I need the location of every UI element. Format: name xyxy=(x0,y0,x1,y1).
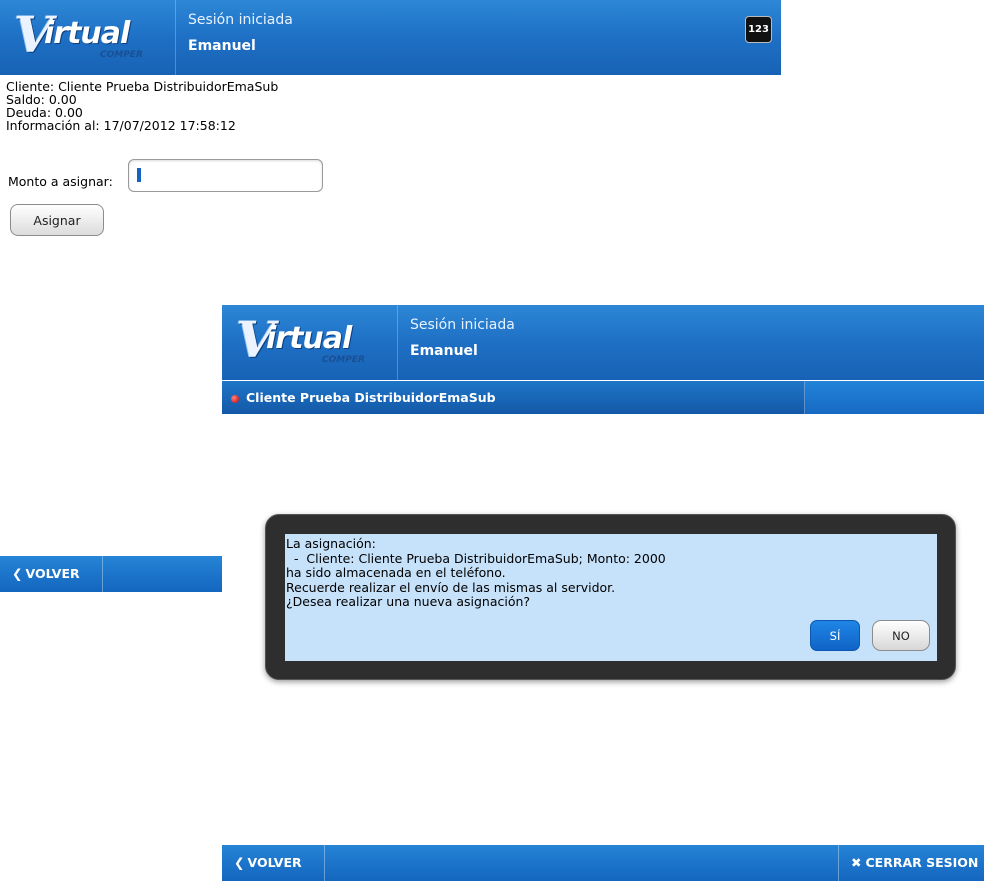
amount-input[interactable] xyxy=(128,159,323,192)
dialog-line: - Cliente: Cliente Prueba DistribuidorEm… xyxy=(286,550,666,566)
client-bar: Cliente Prueba DistribuidorEmaSub xyxy=(222,381,984,414)
session-user: Emanuel xyxy=(188,38,256,54)
logo-text: irtual xyxy=(266,321,352,356)
app-header: V irtual COMPER Sesión iniciada Emanuel … xyxy=(0,0,781,75)
session-user: Emanuel xyxy=(410,343,478,359)
dialog-body: La asignación: - Cliente: Cliente Prueba… xyxy=(285,534,937,661)
no-button[interactable]: NO xyxy=(872,620,930,651)
back-label: VOLVER xyxy=(247,855,302,870)
confirmation-dialog: La asignación: - Cliente: Cliente Prueba… xyxy=(265,514,956,680)
confirmation-screen: V irtual COMPER Sesión iniciada Emanuel … xyxy=(222,305,984,881)
virtual-comper-logo: V irtual COMPER xyxy=(222,305,398,380)
dialog-line: ha sido almacenada en el teléfono. xyxy=(286,565,506,580)
client-info: Cliente: Cliente Prueba DistribuidorEmaS… xyxy=(6,80,278,132)
session-status: Sesión iniciada xyxy=(410,317,515,333)
virtual-comper-logo: V irtual COMPER xyxy=(0,0,176,75)
amount-row: Monto a asignar: xyxy=(8,159,338,193)
red-dot-icon xyxy=(231,395,239,403)
chevron-left-icon: ❮ xyxy=(12,566,23,581)
logout-button[interactable]: ✖ CERRAR SESION xyxy=(838,845,984,881)
back-button[interactable]: ❮ VOLVER xyxy=(0,556,103,592)
session-status: Sesión iniciada xyxy=(188,12,293,28)
client-tab[interactable]: Cliente Prueba DistribuidorEmaSub xyxy=(222,381,805,414)
footer-bar: ❮ VOLVER ✖ CERRAR SESION xyxy=(222,845,984,881)
chevron-left-icon: ❮ xyxy=(234,855,245,870)
assign-button[interactable]: Asignar xyxy=(10,204,104,236)
amount-label: Monto a asignar: xyxy=(8,174,113,189)
logo-subtitle: COMPER xyxy=(322,355,365,365)
dialog-line: La asignación: xyxy=(286,536,376,551)
dialog-message: La asignación: - Cliente: Cliente Prueba… xyxy=(286,536,666,610)
client-name: Cliente Prueba DistribuidorEmaSub xyxy=(246,390,496,405)
logout-label: CERRAR SESION xyxy=(865,855,979,870)
dialog-line: ¿Desea realizar una nueva asignación? xyxy=(286,594,531,609)
yes-button[interactable]: SÍ xyxy=(810,620,860,651)
logo-text: irtual xyxy=(44,16,130,51)
back-button[interactable]: ❮ VOLVER xyxy=(222,845,325,881)
logo-subtitle: COMPER xyxy=(100,50,143,60)
app-header: V irtual COMPER Sesión iniciada Emanuel xyxy=(222,305,984,380)
text-cursor xyxy=(137,168,141,182)
info-date-line: Información al: 17/07/2012 17:58:12 xyxy=(6,118,236,133)
keyboard-toggle-button[interactable]: 123 xyxy=(745,16,772,43)
close-icon: ✖ xyxy=(851,855,862,870)
back-label: VOLVER xyxy=(25,566,80,581)
dialog-line: Recuerde realizar el envío de las mismas… xyxy=(286,579,616,595)
